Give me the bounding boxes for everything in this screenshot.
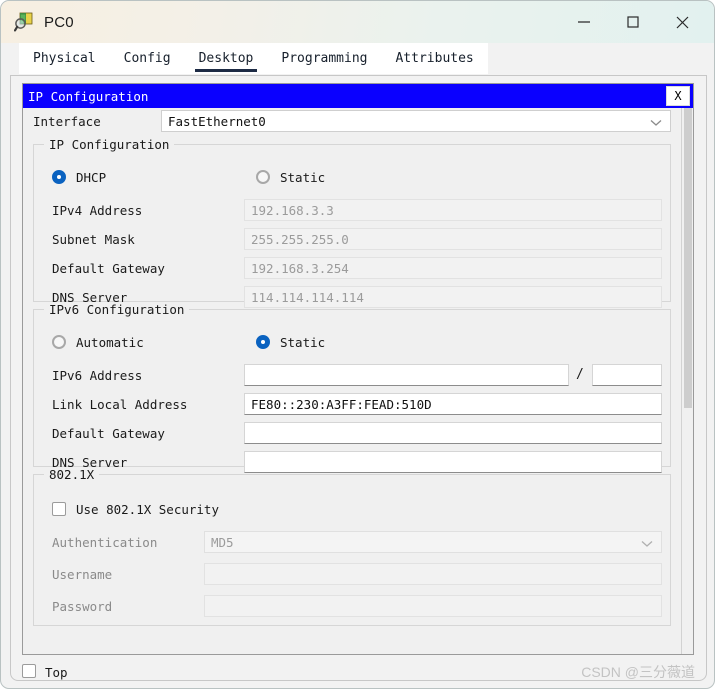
password-label: Password: [52, 599, 113, 614]
tab-desktop[interactable]: Desktop: [184, 43, 268, 74]
top-checkbox-row: Top: [22, 663, 222, 683]
ipv6-address-label: IPv6 Address: [52, 368, 143, 383]
pc0-window: PC0 Physical Config Desktop Programming …: [0, 0, 715, 689]
ipv4-configuration-group: IP Configuration DHCP Static IPv4 Addres…: [33, 137, 671, 308]
password-input[interactable]: [204, 595, 662, 617]
subnet-mask-input[interactable]: 255.255.255.0: [244, 228, 662, 250]
ipv4-group-title: IP Configuration: [44, 137, 175, 152]
ip-configuration-dialog: IP Configuration X Interface FastEtherne…: [22, 83, 694, 655]
tab-config[interactable]: Config: [109, 43, 185, 74]
ipv6-gateway-label: Default Gateway: [52, 426, 165, 441]
interface-select[interactable]: FastEthernet0: [161, 110, 671, 132]
use-dot1x-security-checkbox[interactable]: [52, 502, 66, 516]
packet-tracer-device-icon: [13, 12, 34, 32]
dialog-scrollbar-thumb[interactable]: [684, 108, 692, 408]
ipv6-prefix-input[interactable]: [592, 364, 662, 386]
radio-ipv6-automatic[interactable]: [52, 335, 66, 349]
authentication-row: Authentication MD5: [34, 531, 670, 555]
tab-physical-label: Physical: [33, 51, 96, 66]
tab-desktop-label: Desktop: [198, 51, 254, 66]
chevron-down-icon: [641, 533, 653, 552]
ipv4-address-value: 192.168.3.3: [251, 202, 334, 218]
dialog-content: Interface FastEthernet0 IP Configuration…: [23, 108, 681, 654]
tab-physical[interactable]: Physical: [19, 43, 110, 74]
top-checkbox-label: Top: [45, 665, 68, 680]
link-local-address-input[interactable]: FE80::230:A3FF:FEAD:510D: [244, 393, 662, 415]
radio-dhcp-label: DHCP: [76, 170, 107, 185]
ipv4-address-label: IPv4 Address: [52, 203, 143, 218]
ipv4-mode-row: DHCP Static: [34, 167, 670, 189]
username-input[interactable]: [204, 563, 662, 585]
ipv6-mode-row: Automatic Static: [34, 332, 670, 354]
ipv4-dns-input[interactable]: 114.114.114.114: [244, 286, 662, 308]
subnet-mask-row: Subnet Mask 255.255.255.0: [34, 228, 670, 252]
subnet-mask-value: 255.255.255.0: [251, 231, 349, 247]
maximize-button[interactable]: [610, 1, 656, 43]
ipv4-gateway-label: Default Gateway: [52, 261, 165, 276]
radio-ipv6-static[interactable]: [256, 335, 270, 349]
tab-attributes[interactable]: Attributes: [381, 43, 488, 74]
interface-row: Interface FastEthernet0: [23, 110, 681, 134]
ipv6-dns-input[interactable]: [244, 451, 662, 473]
ipv6-prefix-separator: /: [576, 367, 584, 382]
interface-label: Interface: [33, 114, 101, 129]
ipv6-dns-row: DNS Server: [34, 451, 670, 475]
dot1x-group-title: 802.1X: [44, 467, 100, 482]
dialog-close-label: X: [674, 89, 682, 103]
link-local-address-value: FE80::230:A3FF:FEAD:510D: [251, 396, 432, 412]
ipv4-gateway-row: Default Gateway 192.168.3.254: [34, 257, 670, 281]
dot1x-group: 802.1X Use 802.1X Security Authenticatio…: [33, 467, 671, 626]
password-row: Password: [34, 595, 670, 619]
authentication-value: MD5: [211, 534, 234, 550]
minimize-button[interactable]: [561, 1, 607, 43]
ipv4-address-row: IPv4 Address 192.168.3.3: [34, 199, 670, 223]
ipv4-gateway-input[interactable]: 192.168.3.254: [244, 257, 662, 279]
tab-programming-label: Programming: [281, 51, 368, 66]
tab-programming[interactable]: Programming: [267, 43, 382, 74]
close-button[interactable]: [659, 1, 705, 43]
radio-ipv4-static-label: Static: [280, 170, 326, 185]
authentication-select[interactable]: MD5: [204, 531, 662, 553]
ipv4-address-input[interactable]: 192.168.3.3: [244, 199, 662, 221]
ipv4-gateway-value: 192.168.3.254: [251, 260, 349, 276]
ipv6-group-title: IPv6 Configuration: [44, 302, 190, 317]
dialog-close-button[interactable]: X: [666, 86, 690, 106]
window-titlebar: PC0: [1, 1, 714, 43]
ipv6-gateway-row: Default Gateway: [34, 422, 670, 446]
chevron-down-icon: [650, 112, 662, 131]
ipv6-gateway-input[interactable]: [244, 422, 662, 444]
tab-strip: Physical Config Desktop Programming Attr…: [1, 43, 714, 74]
use-dot1x-security-label: Use 802.1X Security: [76, 502, 219, 517]
dialog-title: IP Configuration: [28, 88, 149, 104]
radio-ipv6-static-label: Static: [280, 335, 326, 350]
link-local-address-label: Link Local Address: [52, 397, 188, 412]
authentication-label: Authentication: [52, 535, 158, 550]
dialog-scrollbar[interactable]: [681, 108, 693, 654]
subnet-mask-label: Subnet Mask: [52, 232, 135, 247]
radio-dhcp[interactable]: [52, 170, 66, 184]
tab-config-label: Config: [123, 51, 171, 66]
tab-attributes-label: Attributes: [395, 51, 474, 66]
ipv6-address-row: IPv6 Address /: [34, 364, 670, 388]
desktop-panel: IP Configuration X Interface FastEtherne…: [10, 75, 707, 681]
dot1x-enable-row: Use 802.1X Security: [34, 499, 670, 521]
username-row: Username: [34, 563, 670, 587]
dialog-titlebar: IP Configuration X: [23, 84, 693, 108]
radio-ipv4-static[interactable]: [256, 170, 270, 184]
ipv6-address-input[interactable]: [244, 364, 569, 386]
ipv4-dns-value: 114.114.114.114: [251, 289, 364, 305]
top-checkbox[interactable]: [22, 664, 36, 678]
csdn-watermark: CSDN @三分薇道: [581, 664, 695, 680]
radio-ipv6-automatic-label: Automatic: [76, 335, 144, 350]
interface-select-value: FastEthernet0: [168, 113, 266, 129]
link-local-address-row: Link Local Address FE80::230:A3FF:FEAD:5…: [34, 393, 670, 417]
username-label: Username: [52, 567, 113, 582]
window-title: PC0: [44, 13, 74, 31]
ipv6-configuration-group: IPv6 Configuration Automatic Static IPv6…: [33, 302, 671, 473]
